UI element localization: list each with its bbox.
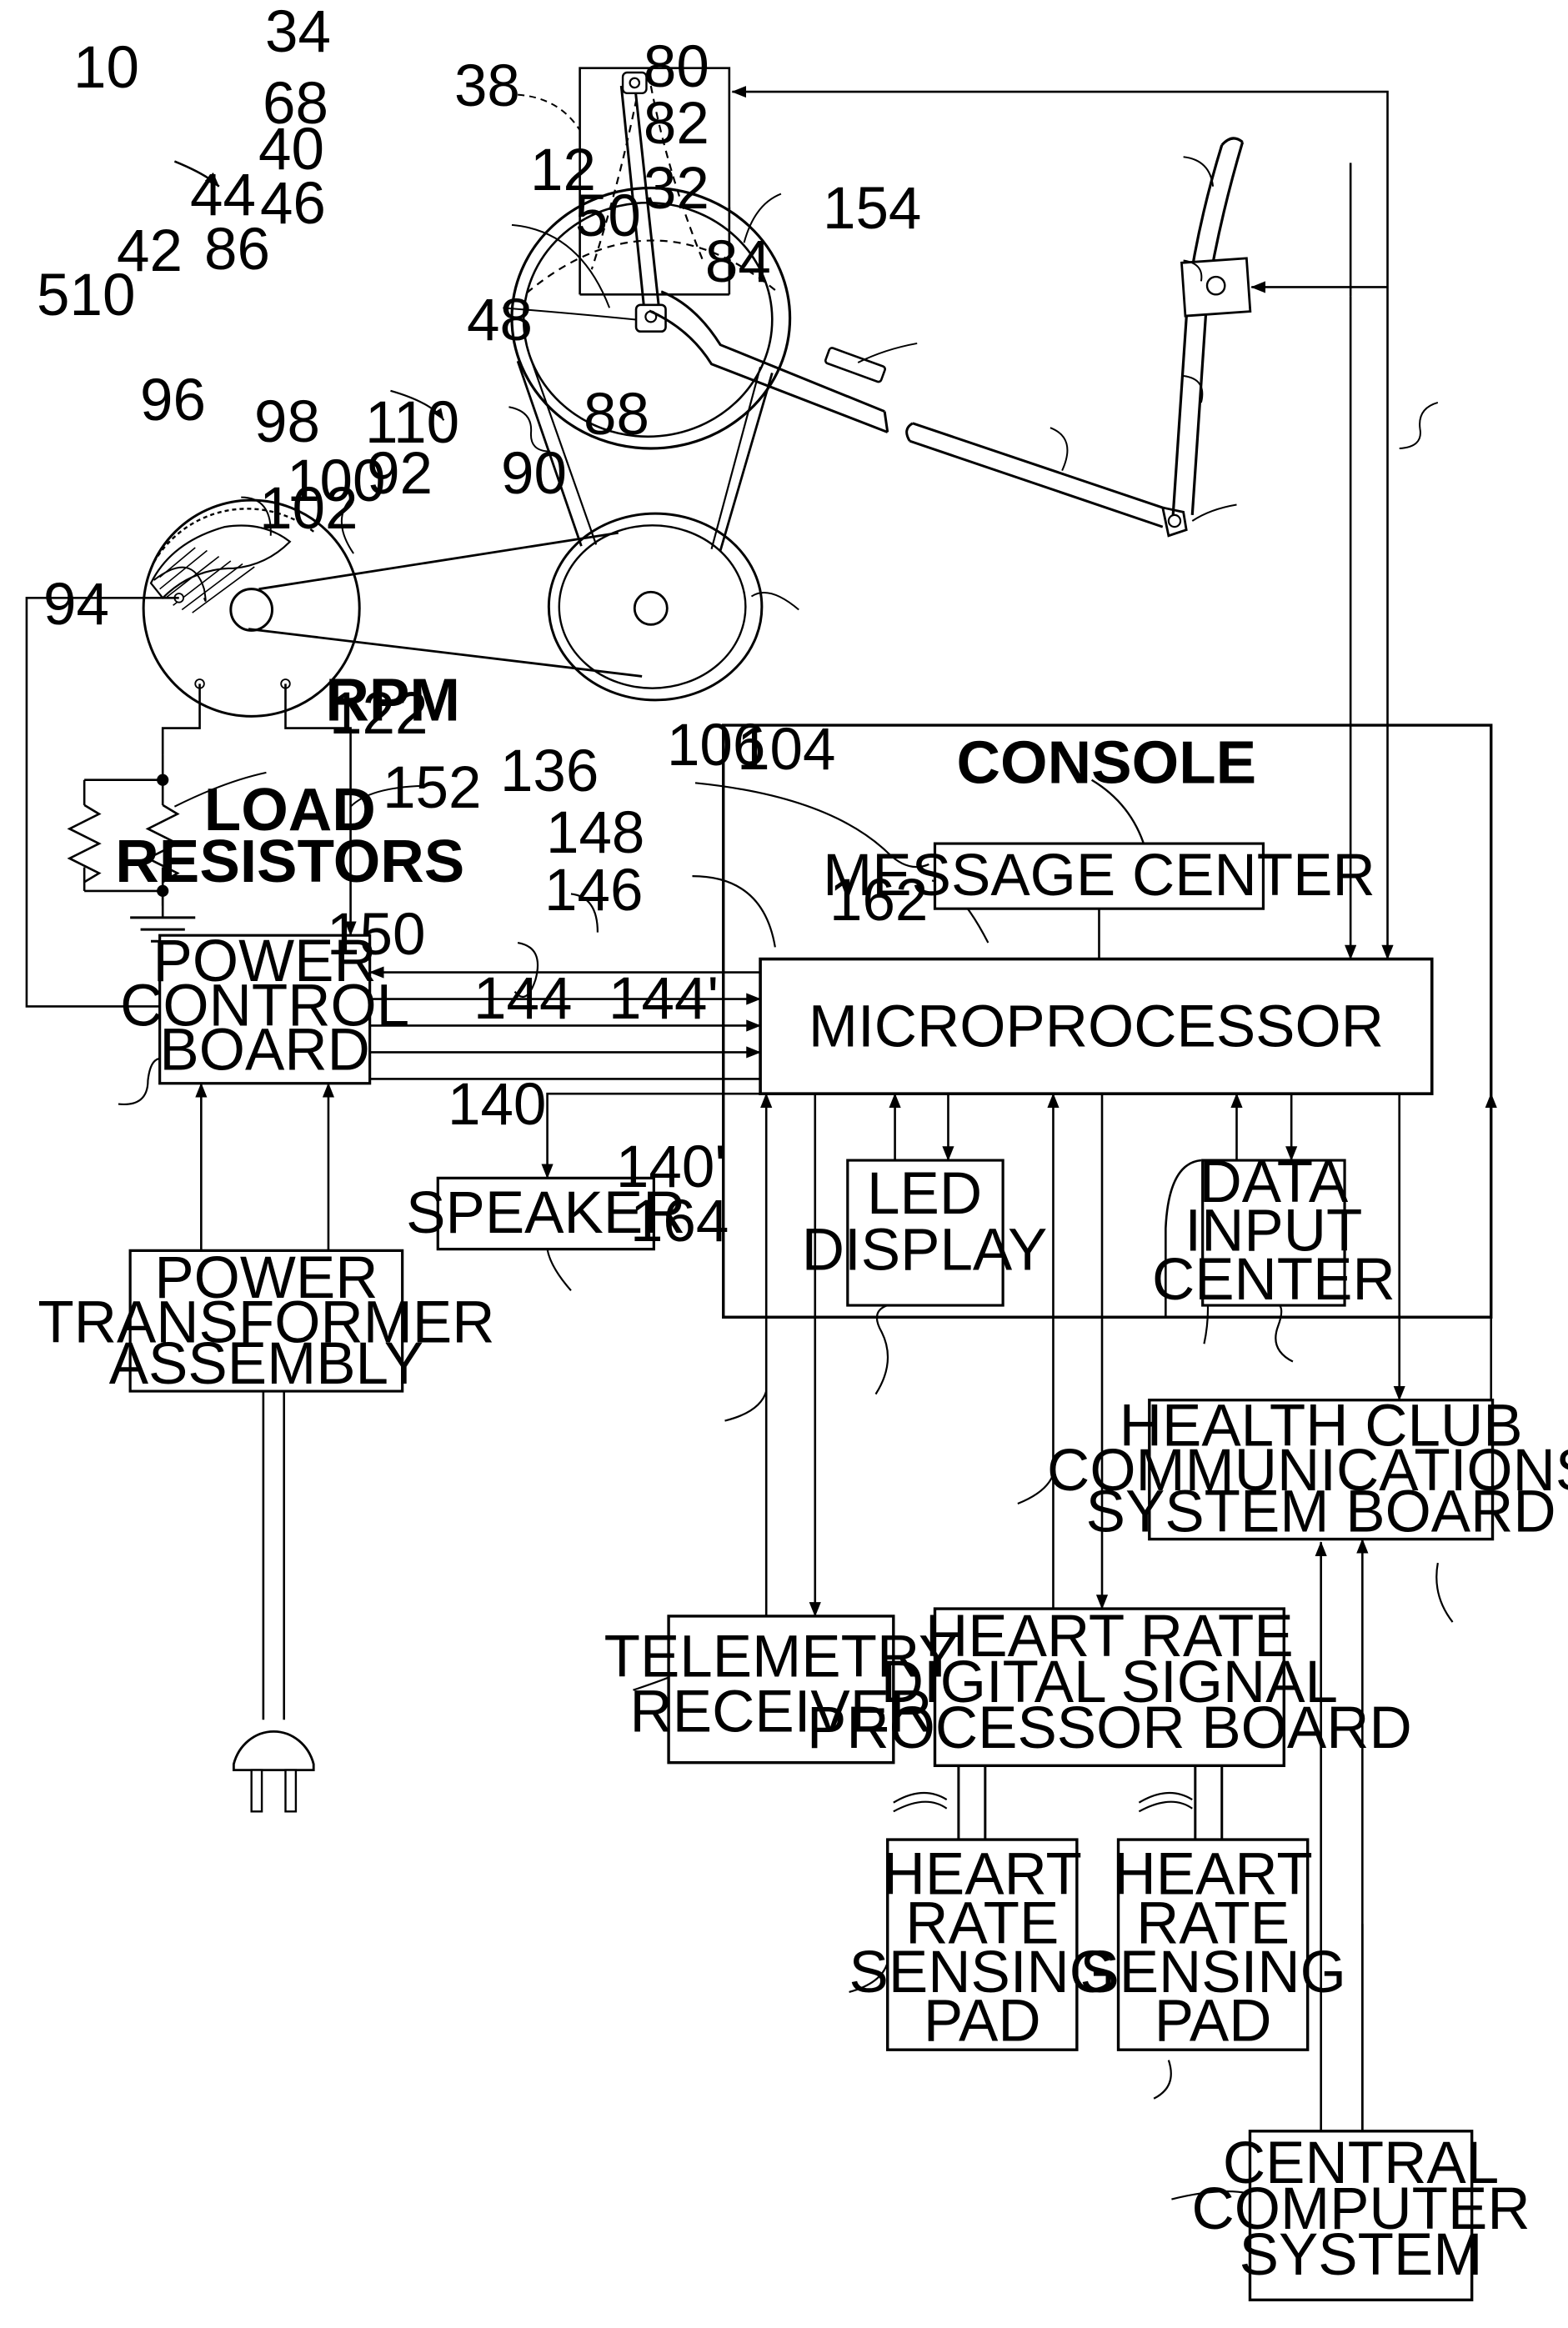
ref-numeral-102: 102 <box>259 476 358 542</box>
ref-numeral-84: 84 <box>705 229 771 295</box>
leader-140p <box>1154 2060 1171 2099</box>
ref-numeral-152: 152 <box>383 755 481 821</box>
leader-34 <box>518 95 580 131</box>
ref-numeral-122: 122 <box>329 681 428 747</box>
leader-152 <box>725 1391 767 1421</box>
ref-numeral-146: 146 <box>544 858 643 924</box>
link-50-bot <box>909 441 1162 527</box>
ref-numeral-92: 92 <box>367 441 433 507</box>
generator-hub <box>231 589 273 631</box>
ref-numeral-32: 32 <box>644 156 709 222</box>
ref-numeral-154: 154 <box>823 176 921 242</box>
ref-numeral-82: 82 <box>644 91 709 157</box>
ref-numeral-150: 150 <box>327 902 425 968</box>
ref-numeral-88: 88 <box>584 382 649 448</box>
ref-numeral-98: 98 <box>254 389 320 455</box>
handle-80-tip <box>1222 138 1243 145</box>
ref-numeral-10: 10 <box>73 35 139 101</box>
leader-84 <box>1192 504 1236 521</box>
leader-122 <box>548 1249 571 1291</box>
hcb-line-3: SYSTEM BOARD <box>1086 1479 1556 1545</box>
ref-numeral-96: 96 <box>140 368 206 433</box>
plug-prong-right <box>285 1770 295 1812</box>
power-plug-body <box>233 1731 313 1770</box>
hrpadL-line-4: PAD <box>924 1989 1041 2055</box>
led-line-2: DISPLAY <box>802 1217 1048 1283</box>
sensor-82-hole <box>1207 277 1225 294</box>
ref-numeral-38: 38 <box>454 53 520 119</box>
leader-144 <box>894 1793 947 1803</box>
ref-numeral-86: 86 <box>204 217 270 283</box>
ref-numeral-136: 136 <box>500 738 599 804</box>
ref-numeral-144: 144 <box>473 966 572 1032</box>
microprocessor-label: MICROPROCESSOR <box>809 994 1384 1059</box>
ref-numeral-164: 164 <box>630 1189 729 1254</box>
ref-numeral-90: 90 <box>501 441 567 507</box>
pta-line-3: ASSEMBLY <box>109 1331 423 1397</box>
handle-80-left <box>1173 145 1222 515</box>
leader-92 <box>692 876 774 947</box>
ref-numeral-50: 50 <box>575 183 641 249</box>
ref-numeral-162: 162 <box>829 868 928 934</box>
leader-144pb <box>1139 1802 1192 1812</box>
figure-text: CONSOLE MESSAGE CENTER MICROPROCESSOR PO… <box>38 667 1568 2288</box>
pcb-line-3: BOARD <box>159 1018 369 1084</box>
ref-numeral-510: 510 <box>37 263 135 328</box>
hrpadR-line-4: PAD <box>1155 1989 1272 2055</box>
ref-numeral-34: 34 <box>265 0 331 65</box>
leader-50 <box>1050 428 1068 470</box>
patent-figure-canvas: CONSOLE MESSAGE CENTER MICROPROCESSOR PO… <box>0 0 1568 2328</box>
ccs-line-3: SYSTEM <box>1240 2222 1483 2288</box>
handle-80-right <box>1192 142 1242 514</box>
ref-numeral-48: 48 <box>467 288 533 353</box>
node-top <box>157 773 169 786</box>
joint-84-pivot <box>1169 515 1180 527</box>
leader-80 <box>1184 157 1213 187</box>
pulley-48-hub <box>634 592 667 624</box>
leader-154 <box>1400 403 1438 448</box>
figure-svg: CONSOLE MESSAGE CENTER MICROPROCESSOR PO… <box>0 0 1568 2328</box>
console-label: CONSOLE <box>956 728 1256 796</box>
leader-144b <box>894 1802 947 1812</box>
ref-numeral-140: 140 <box>448 1072 546 1138</box>
dic-line-3: CENTER <box>1152 1247 1395 1313</box>
leader-144p <box>1139 1793 1192 1803</box>
load-resistors-line-2: RESISTORS <box>115 828 464 895</box>
pedal-arm-cap <box>884 412 888 433</box>
ref-numeral-144p: 144' <box>609 966 719 1032</box>
plug-prong-left <box>252 1770 262 1812</box>
ref-numeral-148: 148 <box>546 800 644 866</box>
hrdsp-line-3: PROCESSOR BOARD <box>807 1695 1412 1761</box>
link-50-top <box>913 423 1163 508</box>
crank-pivot-top <box>630 78 639 88</box>
leader-162 <box>1436 1563 1452 1622</box>
pedal-pad-12 <box>824 347 885 383</box>
ref-numeral-104: 104 <box>737 717 835 783</box>
ref-numeral-94: 94 <box>43 572 109 638</box>
link-50-leftcap <box>907 423 913 441</box>
leader-136 <box>876 1305 888 1394</box>
